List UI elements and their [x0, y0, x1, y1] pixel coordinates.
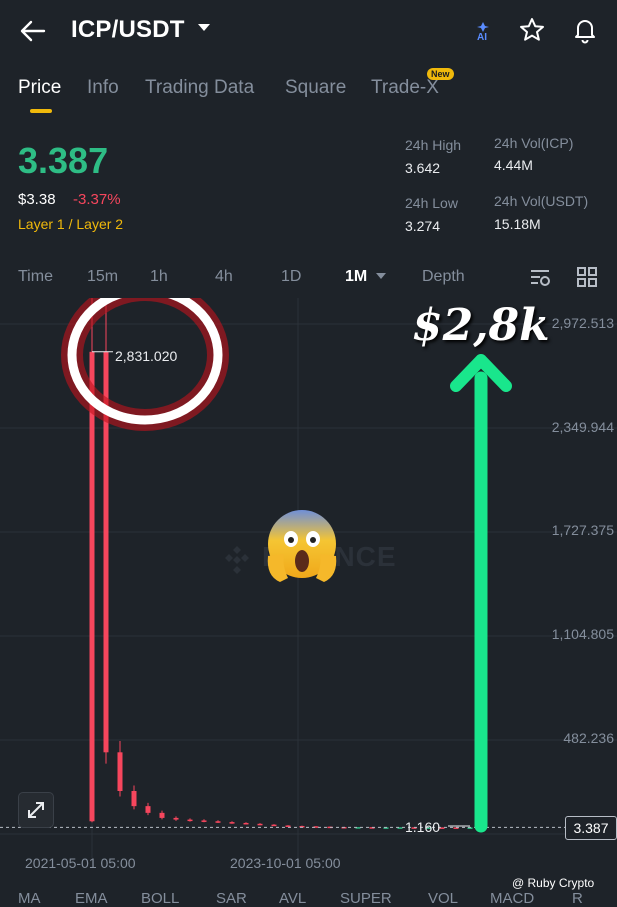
indicator-ema[interactable]: EMA — [75, 890, 108, 907]
chart-settings-icon[interactable] — [528, 266, 552, 288]
candle-body — [131, 790, 137, 807]
interval-time[interactable]: Time — [18, 268, 53, 286]
high-value: 3.642 — [405, 160, 441, 176]
low-label: 24h Low — [405, 195, 458, 211]
interval-15m[interactable]: 15m — [87, 268, 118, 286]
current-price-tag: 3.387 — [565, 816, 617, 840]
credit-watermark: @ Ruby Crypto — [512, 876, 595, 890]
candle-body — [117, 752, 123, 791]
new-badge: New — [427, 68, 454, 80]
candle-body — [285, 825, 291, 827]
interval-1m[interactable]: 1M — [345, 268, 367, 286]
x-tick: 2021-05-01 05:00 — [25, 855, 136, 871]
candle-body — [173, 817, 179, 820]
y-tick: 1,727.375 — [551, 522, 614, 538]
y-tick: 482.236 — [563, 730, 614, 746]
vol-icp-value: 4.44M — [494, 157, 533, 173]
price-chart[interactable] — [0, 298, 617, 900]
indicator-sar[interactable]: SAR — [216, 890, 247, 907]
usd-price: $3.38 — [18, 191, 56, 208]
interval-dropdown-icon[interactable] — [376, 273, 386, 279]
annotation-text: $2,8k — [412, 300, 550, 351]
active-tab-indicator — [30, 109, 52, 113]
screaming-face-emoji-icon — [267, 510, 337, 582]
ai-label: AI — [477, 32, 487, 43]
candle-body — [215, 821, 221, 823]
candle-body — [257, 823, 263, 826]
tab-trade-x[interactable]: Trade-X — [371, 77, 439, 99]
grid-layout-icon[interactable] — [576, 266, 598, 288]
notification-bell-icon[interactable] — [571, 16, 599, 44]
category-tags[interactable]: Layer 1 / Layer 2 — [18, 216, 123, 232]
candle-body — [229, 822, 235, 824]
back-arrow-icon[interactable] — [18, 18, 48, 44]
tab-square[interactable]: Square — [285, 77, 346, 99]
indicator-ma[interactable]: MA — [18, 890, 41, 907]
price-change: -3.37% — [73, 191, 121, 208]
y-tick: 2,349.944 — [551, 419, 614, 435]
indicator-boll[interactable]: BOLL — [141, 890, 179, 907]
fullscreen-button[interactable] — [18, 792, 54, 828]
y-tick: 1,104.805 — [551, 626, 614, 642]
favorite-star-icon[interactable] — [518, 16, 546, 44]
interval-4h[interactable]: 4h — [215, 268, 233, 286]
vol-icp-label: 24h Vol(ICP) — [494, 135, 574, 151]
indicator-avl[interactable]: AVL — [279, 890, 306, 907]
candle-body — [145, 806, 151, 813]
ai-icon[interactable]: AI — [470, 18, 496, 46]
vol-usdt-value: 15.18M — [494, 216, 541, 232]
tab-trading-data[interactable]: Trading Data — [145, 77, 254, 99]
candle-body — [187, 819, 193, 822]
min-price-label: 1.160 — [405, 819, 441, 835]
tab-info[interactable]: Info — [87, 77, 119, 99]
indicator-macd[interactable]: MACD — [490, 890, 534, 907]
interval-1h[interactable]: 1h — [150, 268, 168, 286]
candle-body — [159, 812, 165, 818]
candle-body — [201, 820, 207, 822]
expand-icon — [28, 802, 44, 818]
low-value: 3.274 — [405, 218, 441, 234]
last-price: 3.387 — [18, 140, 109, 181]
candle-body — [271, 824, 277, 827]
tab-price[interactable]: Price — [18, 77, 61, 99]
binance-logo-icon — [225, 546, 249, 574]
interval-1d[interactable]: 1D — [281, 268, 301, 286]
pair-title[interactable]: ICP/USDT — [71, 16, 185, 44]
vol-usdt-label: 24h Vol(USDT) — [494, 193, 589, 209]
pair-dropdown-icon[interactable] — [198, 24, 210, 31]
x-tick: 2023-10-01 05:00 — [230, 855, 341, 871]
indicator-super[interactable]: SUPER — [340, 890, 392, 907]
indicator-r[interactable]: R — [572, 890, 583, 907]
indicator-vol[interactable]: VOL — [428, 890, 458, 907]
high-label: 24h High — [405, 137, 462, 153]
max-price-label: 2,831.020 — [115, 348, 178, 364]
interval-depth[interactable]: Depth — [422, 268, 465, 286]
candle-body — [243, 822, 249, 825]
